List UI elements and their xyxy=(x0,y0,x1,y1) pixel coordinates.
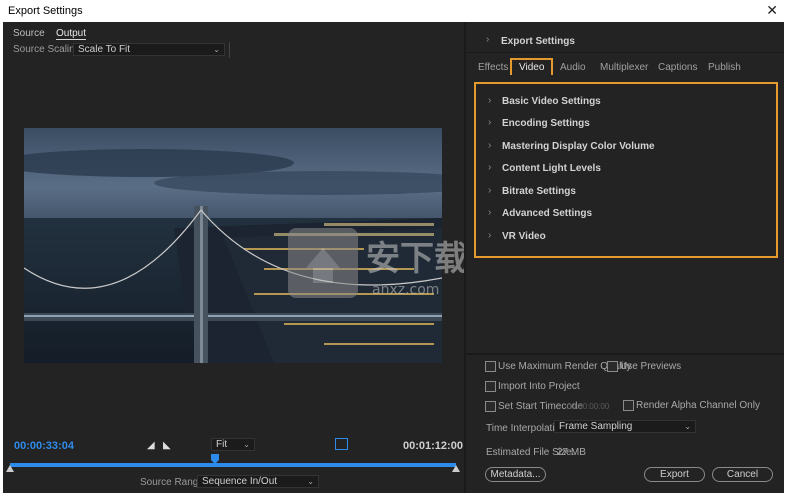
close-icon[interactable]: ✕ xyxy=(766,2,778,19)
window-title: Export Settings xyxy=(8,5,83,17)
tab-source[interactable]: Source xyxy=(13,28,45,39)
tab-video[interactable]: Video xyxy=(510,58,554,75)
in-point-handle[interactable] xyxy=(6,465,14,472)
out-point-handle[interactable] xyxy=(452,465,460,472)
aspect-ratio-icon[interactable] xyxy=(335,438,348,450)
section-encoding-settings[interactable]: › Encoding Settings xyxy=(488,117,590,129)
start-timecode-field[interactable]: 00:00:00:00 xyxy=(567,402,609,411)
tab-effects[interactable]: Effects xyxy=(478,62,508,73)
chevron-down-icon: ⌄ xyxy=(213,45,220,54)
export-button[interactable]: Export xyxy=(644,467,705,482)
chevron-down-icon: ⌄ xyxy=(684,422,691,431)
import-into-project-label: Import Into Project xyxy=(498,381,580,392)
tab-audio[interactable]: Audio xyxy=(560,62,586,73)
section-vr-video[interactable]: › VR Video xyxy=(488,230,546,242)
tab-captions[interactable]: Captions xyxy=(658,62,697,73)
timeline-track[interactable] xyxy=(10,463,456,467)
estimated-file-size-value: 27 MB xyxy=(557,447,586,458)
separator xyxy=(466,52,784,53)
section-bitrate-settings[interactable]: › Bitrate Settings xyxy=(488,185,576,197)
mark-in-icon[interactable]: ◢ xyxy=(147,440,155,451)
section-basic-video-settings[interactable]: › Basic Video Settings xyxy=(488,95,601,107)
separator xyxy=(229,42,230,58)
use-previews-label: Use Previews xyxy=(620,361,682,372)
chevron-right-icon: › xyxy=(488,95,492,106)
render-alpha-checkbox[interactable] xyxy=(623,400,634,411)
render-alpha-label: Render Alpha Channel Only xyxy=(636,400,760,411)
chevron-right-icon: › xyxy=(488,230,492,241)
cancel-button[interactable]: Cancel xyxy=(712,467,773,482)
tab-output[interactable]: Output xyxy=(56,28,87,40)
zoom-value: Fit xyxy=(216,439,228,450)
max-render-quality-checkbox[interactable] xyxy=(485,361,496,372)
current-timecode[interactable]: 00:00:33:04 xyxy=(14,440,74,452)
section-mastering-display[interactable]: › Mastering Display Color Volume xyxy=(488,140,655,152)
chevron-right-icon: › xyxy=(488,185,492,196)
time-interpolation-select[interactable]: Frame Sampling ⌄ xyxy=(554,420,696,433)
mark-out-icon[interactable]: ◣ xyxy=(163,440,171,451)
video-preview xyxy=(24,128,442,363)
dialog-body: Source Output Source Scaling: Scale To F… xyxy=(3,22,784,493)
source-range-select[interactable]: Sequence In/Out ⌄ xyxy=(197,475,319,488)
chevron-right-icon: › xyxy=(488,207,492,218)
source-scaling-value: Scale To Fit xyxy=(78,44,131,55)
source-range-value: Sequence In/Out xyxy=(202,476,278,487)
chevron-right-icon[interactable]: › xyxy=(486,34,489,45)
chevron-down-icon: ⌄ xyxy=(307,477,314,486)
set-start-timecode-checkbox[interactable] xyxy=(485,401,496,412)
metadata-button[interactable]: Metadata... xyxy=(485,467,546,482)
chevron-right-icon: › xyxy=(488,162,492,173)
zoom-select[interactable]: Fit ⌄ xyxy=(211,438,255,451)
chevron-down-icon: ⌄ xyxy=(243,440,250,449)
section-content-light-levels[interactable]: › Content Light Levels xyxy=(488,162,601,174)
settings-panel: › Export Settings Effects Video Audio Mu… xyxy=(466,22,784,493)
source-scaling-select[interactable]: Scale To Fit ⌄ xyxy=(73,43,225,56)
preview-panel: Source Output Source Scaling: Scale To F… xyxy=(3,22,468,493)
section-advanced-settings[interactable]: › Advanced Settings xyxy=(488,207,592,219)
total-timecode: 00:01:12:00 xyxy=(403,440,463,452)
export-settings-header[interactable]: Export Settings xyxy=(501,36,575,47)
time-interpolation-value: Frame Sampling xyxy=(559,421,633,432)
use-previews-checkbox[interactable] xyxy=(607,361,618,372)
chevron-right-icon: › xyxy=(488,140,492,151)
title-bar: Export Settings ✕ xyxy=(0,0,786,22)
chevron-right-icon: › xyxy=(488,117,492,128)
tab-multiplexer[interactable]: Multiplexer xyxy=(600,62,648,73)
tab-publish[interactable]: Publish xyxy=(708,62,741,73)
separator xyxy=(466,353,784,355)
import-into-project-checkbox[interactable] xyxy=(485,381,496,392)
